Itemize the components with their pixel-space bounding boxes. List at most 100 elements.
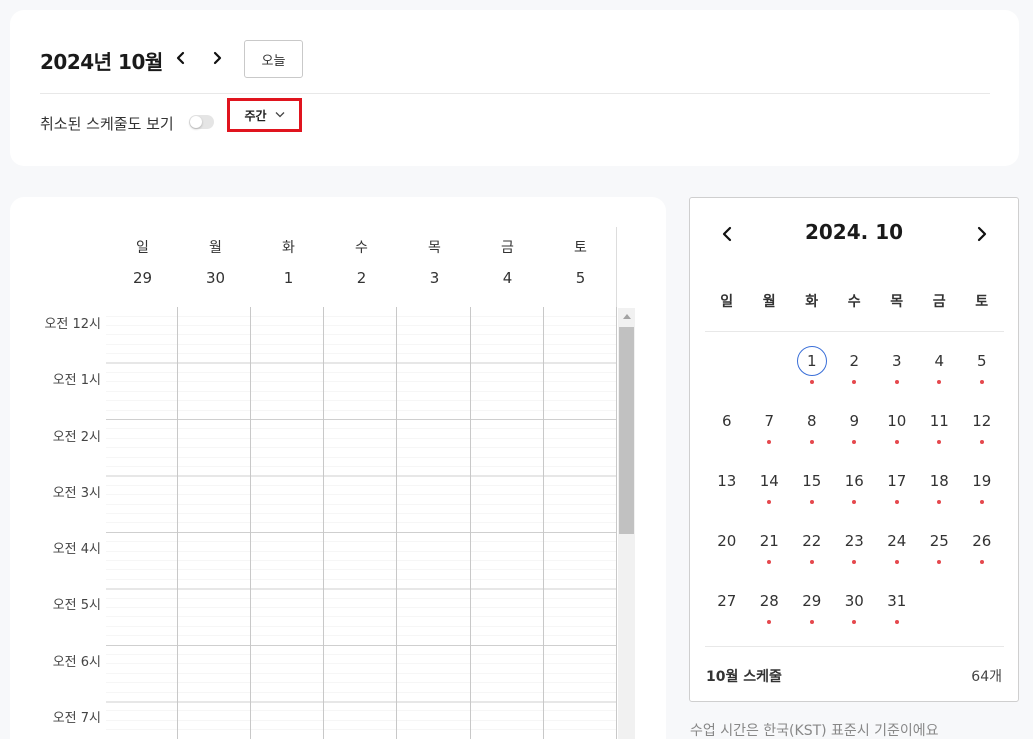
mini-calendar-day[interactable]: 3 <box>876 346 919 406</box>
schedule-dot-icon <box>979 560 984 564</box>
schedule-dot-icon <box>979 380 984 384</box>
next-week-button[interactable] <box>205 46 229 70</box>
day-number: 8 <box>806 412 817 430</box>
weekday-label: 수 <box>847 294 861 310</box>
mini-calendar-day[interactable]: 6 <box>706 406 749 466</box>
calendar-toolbar: 2024년 10월 오늘 취소된 스케줄도 보기 주간 <box>10 10 1019 166</box>
schedule-dot-icon <box>809 440 814 444</box>
day-number: 19 <box>972 472 992 490</box>
mini-calendar-day[interactable]: 15 <box>791 466 834 526</box>
month-schedule-label: 10월 스케줄 <box>706 669 782 685</box>
mini-calendar-day[interactable]: 30 <box>833 586 876 646</box>
hour-label: 오전 3시 <box>52 486 101 501</box>
schedule-dot-icon <box>894 620 899 624</box>
day-column-divider <box>177 307 178 739</box>
mini-calendar-day[interactable]: 21 <box>748 526 791 586</box>
prev-week-button[interactable] <box>169 46 193 70</box>
day-number: 17 <box>887 472 907 490</box>
mini-calendar-day[interactable]: 16 <box>833 466 876 526</box>
day-header-mon[interactable]: 월 30 <box>179 237 252 287</box>
day-name: 일 <box>136 240 149 256</box>
mini-calendar-day[interactable]: 4 <box>918 346 961 406</box>
day-number: 2 <box>849 352 860 370</box>
weekday-label: 화 <box>805 294 819 310</box>
next-month-button[interactable] <box>972 224 992 244</box>
schedule-dot-icon <box>767 440 772 444</box>
mini-calendar-day[interactable]: 22 <box>791 526 834 586</box>
day-date: 30 <box>205 269 226 287</box>
mini-calendar-day[interactable]: 28 <box>748 586 791 646</box>
mini-calendar-day[interactable]: 27 <box>706 586 749 646</box>
mini-calendar-day[interactable]: 12 <box>961 406 1004 466</box>
day-date: 4 <box>502 269 513 287</box>
day-header-thu[interactable]: 목 3 <box>398 237 471 287</box>
weekday-label: 목 <box>890 294 904 310</box>
mini-calendar-day[interactable]: 13 <box>706 466 749 526</box>
day-number: 4 <box>934 352 945 370</box>
day-name: 토 <box>574 240 587 256</box>
hour-label: 오전 2시 <box>52 430 101 445</box>
day-number: 11 <box>929 412 949 430</box>
mini-calendar-day[interactable]: 24 <box>876 526 919 586</box>
time-grid[interactable] <box>106 307 617 739</box>
mini-calendar-day[interactable]: 19 <box>961 466 1004 526</box>
mini-month-calendar: 2024. 10 일 월 화 수 목 금 토 1 2 3 4 5 6 7 8 9 10 11 12 13… <box>689 197 1019 702</box>
day-header-sun[interactable]: 일 29 <box>106 237 179 287</box>
schedule-dot-icon <box>809 380 814 384</box>
day-column-divider <box>250 307 251 739</box>
day-date: 2 <box>356 269 367 287</box>
mini-calendar-day[interactable]: 25 <box>918 526 961 586</box>
mini-calendar-day[interactable]: 14 <box>748 466 791 526</box>
day-number: 28 <box>759 592 779 610</box>
hour-label: 오전 6시 <box>52 655 101 670</box>
day-number: 22 <box>802 532 822 550</box>
mini-calendar-day[interactable]: 29 <box>791 586 834 646</box>
mini-calendar-title: 2024. 10 <box>804 220 904 244</box>
day-number: 6 <box>721 412 732 430</box>
toolbar-divider <box>40 93 990 94</box>
show-cancelled-label: 취소된 스케줄도 보기 <box>40 115 174 133</box>
mini-calendar-day[interactable]: 7 <box>748 406 791 466</box>
day-number: 18 <box>929 472 949 490</box>
mini-calendar-day[interactable]: 17 <box>876 466 919 526</box>
mini-calendar-day[interactable]: 2 <box>833 346 876 406</box>
mini-calendar-day[interactable]: 9 <box>833 406 876 466</box>
mini-calendar-day[interactable]: 11 <box>918 406 961 466</box>
day-header-tue[interactable]: 화 1 <box>252 237 325 287</box>
day-header-wed[interactable]: 수 2 <box>325 237 398 287</box>
day-header-fri[interactable]: 금 4 <box>471 237 544 287</box>
mini-calendar-day[interactable]: 5 <box>961 346 1004 406</box>
mini-calendar-day[interactable]: 10 <box>876 406 919 466</box>
day-number: 27 <box>717 592 737 610</box>
day-number: 25 <box>929 532 949 550</box>
mini-calendar-day[interactable]: 26 <box>961 526 1004 586</box>
mini-calendar-day[interactable]: 31 <box>876 586 919 646</box>
day-name: 수 <box>355 240 368 256</box>
day-column-divider <box>543 307 544 739</box>
schedule-dot-icon <box>894 440 899 444</box>
day-column-divider <box>470 307 471 739</box>
hour-label: 오전 12시 <box>44 317 101 332</box>
today-button[interactable]: 오늘 <box>244 40 303 78</box>
schedule-dot-icon <box>852 440 857 444</box>
schedule-dot-icon <box>937 500 942 504</box>
show-cancelled-toggle[interactable] <box>189 115 214 129</box>
grid-scrollbar[interactable] <box>618 308 635 739</box>
mini-calendar-day[interactable]: 23 <box>833 526 876 586</box>
scroll-up-arrow-icon[interactable] <box>618 308 635 325</box>
day-name: 월 <box>209 240 222 256</box>
mini-calendar-day[interactable]: 18 <box>918 466 961 526</box>
day-number: 31 <box>887 592 907 610</box>
schedule-dot-icon <box>767 560 772 564</box>
chevron-left-icon <box>176 51 185 65</box>
day-name: 금 <box>501 240 514 256</box>
schedule-dot-icon <box>894 500 899 504</box>
day-header-sat[interactable]: 토 5 <box>544 237 617 287</box>
schedule-dot-icon <box>937 560 942 564</box>
mini-calendar-day[interactable]: 1 <box>791 346 834 406</box>
mini-calendar-day[interactable]: 20 <box>706 526 749 586</box>
chevron-right-icon <box>213 51 222 65</box>
mini-calendar-day[interactable]: 8 <box>791 406 834 466</box>
scrollbar-thumb[interactable] <box>619 327 634 534</box>
view-mode-select[interactable]: 주간 <box>227 98 302 132</box>
